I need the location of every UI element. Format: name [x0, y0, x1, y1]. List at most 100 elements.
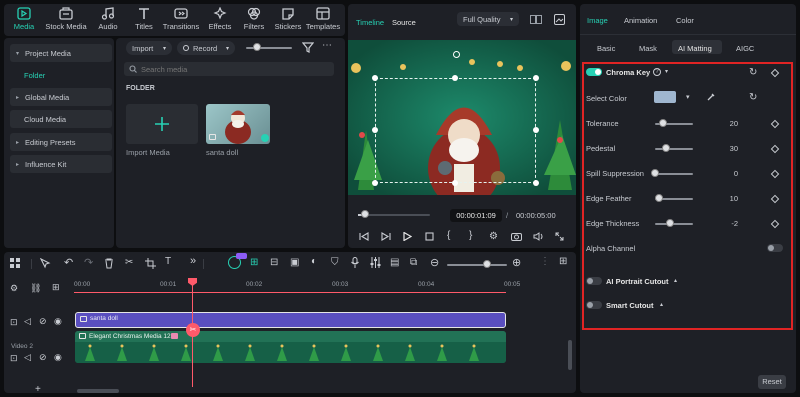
- track-manager-icon[interactable]: ⚙: [10, 283, 18, 294]
- video-preview[interactable]: [348, 40, 576, 195]
- toolbar-audio[interactable]: Audio: [88, 6, 128, 31]
- add-track-plus-icon[interactable]: +: [35, 384, 41, 395]
- eye-icon[interactable]: ◉: [54, 352, 62, 363]
- subtab-mask[interactable]: Mask: [639, 44, 657, 53]
- mark-out-icon[interactable]: }: [469, 230, 472, 241]
- lock-track-icon[interactable]: ⊡: [10, 317, 18, 328]
- crop-icon[interactable]: [145, 258, 156, 269]
- previous-frame-icon[interactable]: [359, 232, 369, 241]
- undo-icon[interactable]: ↶: [64, 256, 73, 269]
- slider-value[interactable]: 30: [714, 144, 738, 153]
- subtab-ai-matting[interactable]: AI Matting: [678, 44, 712, 53]
- link-icon[interactable]: ⛓: [30, 283, 41, 294]
- collapse-chroma-key-icon[interactable]: ▾: [665, 68, 668, 75]
- grid-snap-icon[interactable]: ⊟: [270, 257, 278, 268]
- render-preview-icon[interactable]: ⚙: [489, 231, 498, 242]
- zoom-slider[interactable]: [447, 264, 507, 266]
- subtab-basic[interactable]: Basic: [597, 44, 615, 53]
- text-tool-icon[interactable]: T: [165, 256, 171, 267]
- magnet-icon[interactable]: ⊞: [250, 257, 258, 268]
- chevron-down-icon[interactable]: ▾: [686, 93, 690, 101]
- sidebar-item-folder[interactable]: Folder: [10, 66, 112, 84]
- hide-track-icon[interactable]: ⊘: [39, 316, 47, 327]
- selection-bounding-box[interactable]: [375, 78, 536, 183]
- slider-value[interactable]: 20: [714, 119, 738, 128]
- snapshot-camera-icon[interactable]: [511, 232, 522, 241]
- thumbnail-size-knob[interactable]: [253, 43, 261, 51]
- resize-handle[interactable]: [533, 180, 539, 186]
- volume-icon[interactable]: [533, 232, 544, 241]
- toolbar-stock-media[interactable]: Stock Media: [44, 6, 88, 31]
- snapshot-image-icon[interactable]: [554, 14, 565, 25]
- clip-elegant-christmas[interactable]: Elegant Christmas Media 12: [75, 331, 506, 363]
- key-color-swatch[interactable]: [654, 91, 676, 103]
- tab-color[interactable]: Color: [676, 16, 694, 25]
- resize-handle[interactable]: [452, 75, 458, 81]
- compare-view-icon[interactable]: [530, 15, 542, 24]
- santa-doll-thumbnail[interactable]: [206, 104, 270, 144]
- import-dropdown[interactable]: Import ▾: [126, 41, 172, 55]
- slider-value[interactable]: -2: [714, 219, 738, 228]
- tab-source[interactable]: Source: [392, 18, 416, 27]
- ai-portrait-toggle[interactable]: [586, 277, 602, 285]
- more-tools-icon[interactable]: »: [190, 255, 196, 267]
- chroma-key-toggle[interactable]: [586, 68, 602, 76]
- reset-button[interactable]: Reset: [758, 375, 786, 389]
- resize-handle[interactable]: [533, 127, 539, 133]
- timeline-settings-icon[interactable]: ⋮: [540, 256, 550, 267]
- tab-animation[interactable]: Animation: [624, 16, 657, 25]
- expand-smart-cutout-icon[interactable]: ▴: [660, 301, 663, 308]
- timeline-grid-icon[interactable]: ⊞: [559, 256, 567, 267]
- slider-knob[interactable]: [658, 119, 667, 127]
- resize-handle[interactable]: [533, 75, 539, 81]
- sidebar-item-cloud-media[interactable]: Cloud Media: [10, 110, 112, 128]
- slider-track[interactable]: [655, 223, 693, 225]
- toolbar-stickers[interactable]: Stickers: [268, 6, 308, 31]
- smart-cutout-toggle[interactable]: [586, 301, 602, 309]
- zoom-in-icon[interactable]: ⊕: [512, 256, 521, 269]
- toolbar-templates[interactable]: Templates: [303, 6, 343, 31]
- reset-chroma-key-icon[interactable]: ↻: [749, 67, 757, 78]
- search-input[interactable]: [141, 63, 321, 75]
- mark-in-icon[interactable]: {: [447, 230, 450, 241]
- toolbar-transitions[interactable]: Transitions: [158, 6, 204, 31]
- shield-icon[interactable]: ⛉: [331, 257, 339, 268]
- search-box[interactable]: [124, 62, 334, 76]
- import-media-tile[interactable]: [126, 104, 198, 144]
- alpha-channel-toggle[interactable]: [767, 244, 783, 252]
- subtab-aigc[interactable]: AIGC: [736, 44, 754, 53]
- eyedropper-icon[interactable]: [706, 92, 716, 102]
- resize-handle[interactable]: [372, 75, 378, 81]
- tab-timeline[interactable]: Timeline: [356, 18, 384, 27]
- split-marker-icon[interactable]: ✂: [186, 323, 200, 337]
- vertical-scrollbar[interactable]: [568, 340, 572, 370]
- help-icon[interactable]: ?: [653, 68, 661, 76]
- play-icon[interactable]: [403, 232, 412, 241]
- stop-icon[interactable]: [425, 232, 434, 241]
- playback-progress-knob[interactable]: [361, 210, 370, 218]
- layout-grid-icon[interactable]: [10, 258, 20, 268]
- current-time[interactable]: 00:00:01:09: [450, 209, 502, 222]
- add-track-icon[interactable]: ⊞: [52, 282, 60, 293]
- speed-icon[interactable]: ◐: [311, 256, 317, 267]
- select-tool-icon[interactable]: [40, 258, 51, 269]
- picture-in-picture-icon[interactable]: ⧉: [410, 257, 417, 268]
- subtitle-icon[interactable]: ▤: [390, 257, 399, 268]
- clip-santa-doll[interactable]: santa doll: [75, 312, 506, 328]
- sidebar-item-global-media[interactable]: ▸ Global Media: [10, 88, 112, 106]
- sidebar-item-editing-presets[interactable]: ▸ Editing Presets: [10, 133, 112, 151]
- hide-track-icon[interactable]: ⊘: [39, 352, 47, 363]
- split-icon[interactable]: ✂: [125, 257, 133, 268]
- slider-knob[interactable]: [654, 194, 663, 202]
- quality-select[interactable]: Full Quality ▾: [457, 12, 519, 26]
- resize-handle[interactable]: [452, 180, 458, 186]
- resize-handle[interactable]: [372, 127, 378, 133]
- mute-track-icon[interactable]: ◁: [24, 316, 31, 327]
- expand-ai-portrait-icon[interactable]: ▴: [674, 277, 677, 284]
- tab-image[interactable]: Image: [587, 16, 608, 25]
- sidebar-item-influence-kit[interactable]: ▸ Influence Kit: [10, 155, 112, 173]
- mute-track-icon[interactable]: ◁: [24, 352, 31, 363]
- image-tool-icon[interactable]: ▣: [290, 257, 299, 268]
- zoom-knob[interactable]: [483, 260, 491, 268]
- microphone-icon[interactable]: [351, 257, 359, 268]
